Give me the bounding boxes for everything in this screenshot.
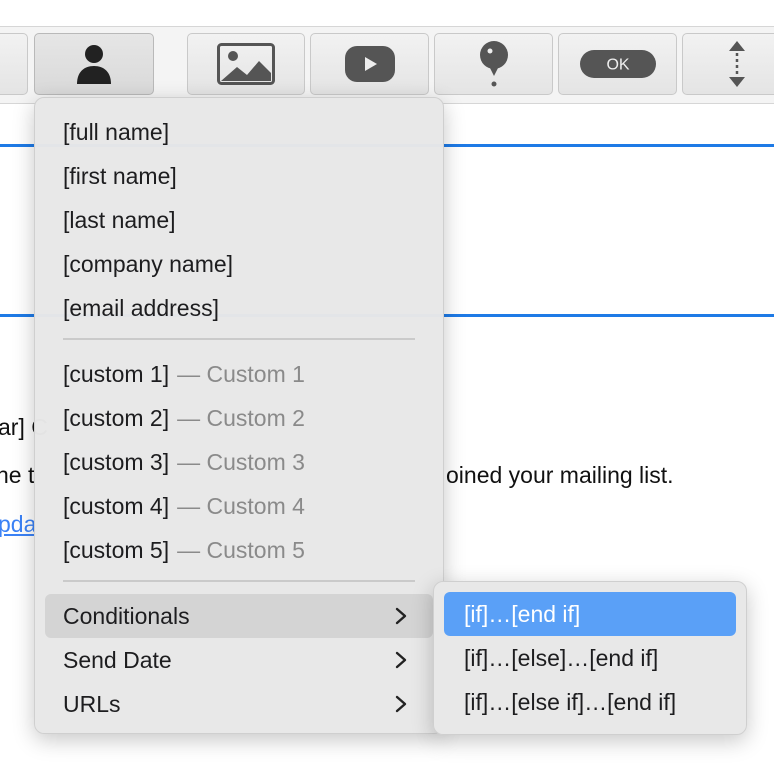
menu-item-note: — Custom 5 [177, 536, 305, 563]
update-link[interactable]: pda [0, 511, 36, 538]
menu-item-custom-1[interactable]: [custom 1] — Custom 1 [45, 352, 433, 396]
submenu-item-if-else-if-end-if[interactable]: [if]…[else if]…[end if] [444, 680, 736, 724]
menu-item-label: [custom 2] [63, 404, 170, 431]
menu-item-company-name[interactable]: [company name] [45, 242, 433, 286]
vertical-spacer-icon [729, 41, 745, 87]
menu-item-label: [custom 4] [63, 492, 170, 519]
image-icon [217, 43, 275, 85]
video-play-icon [344, 46, 395, 82]
toolbar: OK [0, 26, 774, 104]
menu-item-label: [last name] [63, 206, 176, 233]
personalization-menu: [full name] [first name] [last name] [co… [34, 97, 444, 734]
menu-item-label: Send Date [63, 646, 172, 673]
menu-item-note: — Custom 3 [177, 448, 305, 475]
insert-video-button[interactable] [310, 33, 429, 95]
menu-item-label: [first name] [63, 162, 177, 189]
menu-item-note: — Custom 1 [177, 360, 305, 387]
menu-item-label: [company name] [63, 250, 234, 277]
menu-separator [63, 580, 415, 582]
body-text-fragment: oined your mailing list. [446, 462, 674, 488]
insert-map-button[interactable] [434, 33, 553, 95]
menu-separator [63, 338, 415, 340]
menu-item-label: [custom 1] [63, 360, 170, 387]
insert-button-button[interactable]: OK [558, 33, 677, 95]
menu-item-first-name[interactable]: [first name] [45, 154, 433, 198]
person-icon [77, 45, 111, 84]
toolbar-button-partial[interactable] [0, 33, 28, 95]
menu-item-conditionals[interactable]: Conditionals [45, 594, 433, 638]
svg-text:OK: OK [606, 57, 629, 74]
menu-item-note: — Custom 4 [177, 492, 305, 519]
chevron-right-icon [395, 607, 407, 625]
map-pin-icon [479, 41, 508, 87]
menu-item-label: [full name] [63, 118, 170, 145]
submenu-item-if-else-end-if[interactable]: [if]…[else]…[end if] [444, 636, 736, 680]
menu-item-send-date[interactable]: Send Date [45, 638, 433, 682]
insert-spacer-button[interactable] [682, 33, 774, 95]
menu-item-urls[interactable]: URLs [45, 682, 433, 726]
menu-item-last-name[interactable]: [last name] [45, 198, 433, 242]
menu-item-custom-3[interactable]: [custom 3] — Custom 3 [45, 440, 433, 484]
conditionals-submenu: [if]…[end if] [if]…[else]…[end if] [if]…… [433, 581, 747, 735]
menu-item-email-address[interactable]: [email address] [45, 286, 433, 330]
menu-item-full-name[interactable]: [full name] [45, 110, 433, 154]
chevron-right-icon [395, 695, 407, 713]
menu-item-label: Conditionals [63, 602, 190, 629]
menu-item-custom-5[interactable]: [custom 5] — Custom 5 [45, 528, 433, 572]
menu-item-custom-4[interactable]: [custom 4] — Custom 4 [45, 484, 433, 528]
menu-item-label: [email address] [63, 294, 219, 321]
menu-item-custom-2[interactable]: [custom 2] — Custom 2 [45, 396, 433, 440]
insert-image-button[interactable] [187, 33, 305, 95]
body-text-fragment: ne t [0, 462, 35, 488]
ok-button-icon: OK [579, 50, 656, 78]
menu-item-label: [custom 5] [63, 536, 170, 563]
submenu-item-if-end-if[interactable]: [if]…[end if] [444, 592, 736, 636]
chevron-right-icon [395, 651, 407, 669]
menu-item-note: — Custom 2 [177, 404, 305, 431]
menu-item-label: [custom 3] [63, 448, 170, 475]
personalize-button[interactable] [34, 33, 154, 95]
menu-item-label: URLs [63, 690, 121, 717]
